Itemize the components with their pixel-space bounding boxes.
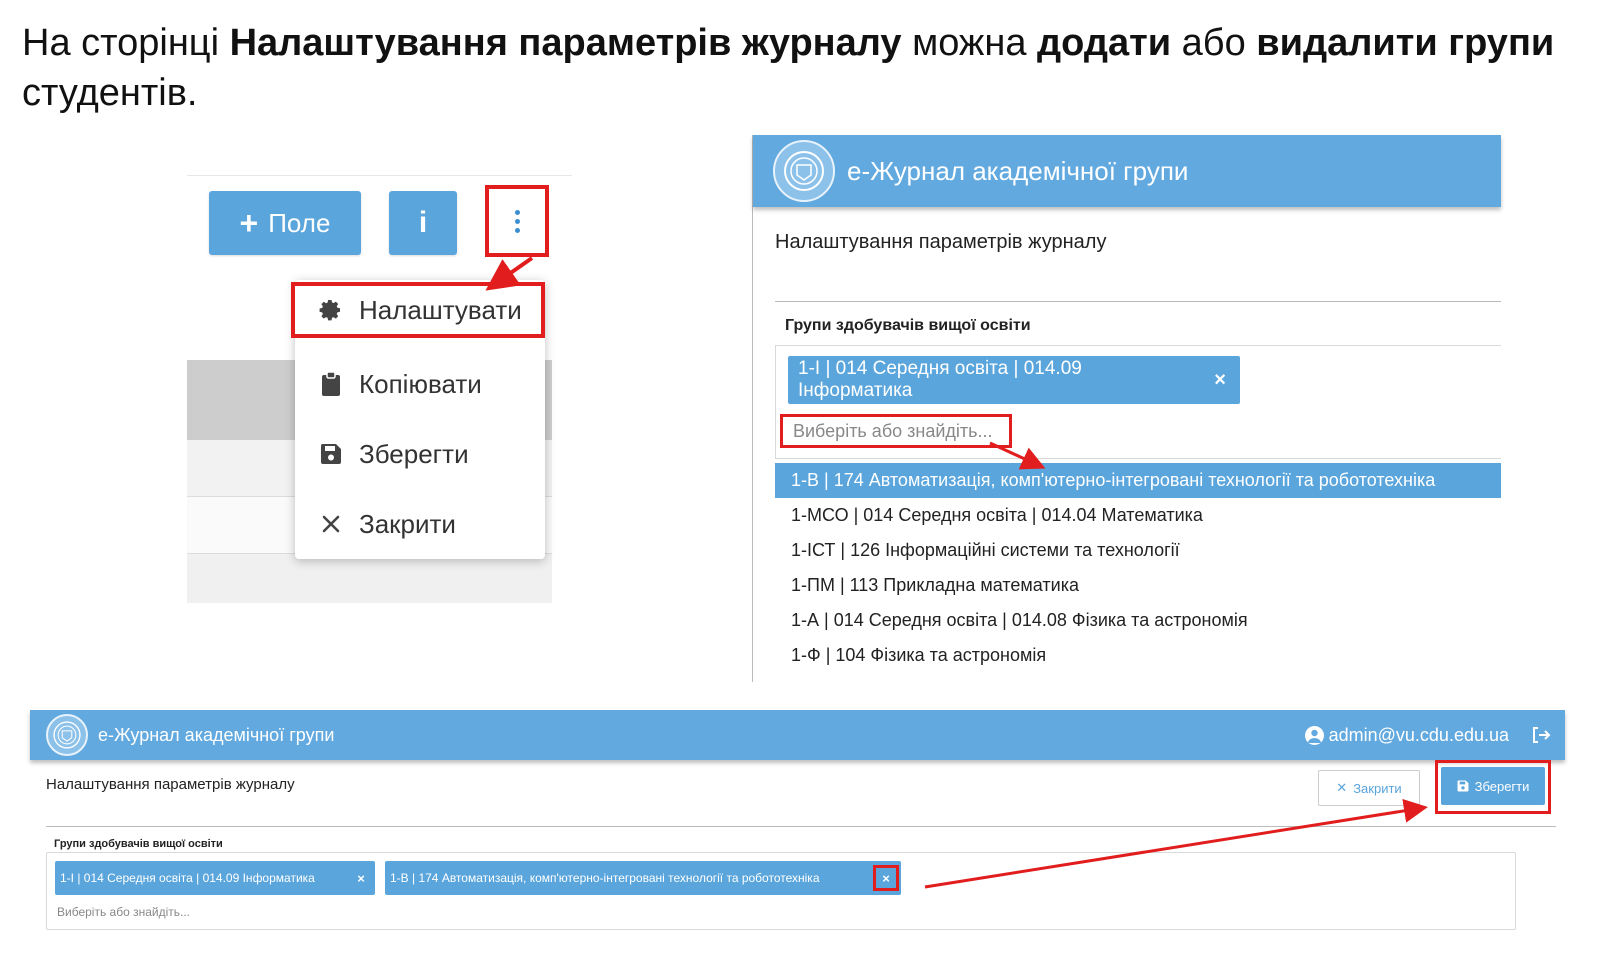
app-header: е-Журнал академічної групи admin@vu.cdu.… bbox=[30, 710, 1565, 760]
group-option[interactable]: 1-В | 174 Автоматизація, комп'ютерно-інт… bbox=[775, 463, 1501, 498]
page-title: Налаштування параметрів журналу bbox=[775, 231, 1107, 253]
tag-label: 1-В | 174 Автоматизація, комп'ютерно-інт… bbox=[390, 871, 820, 885]
menu-item-label: Налаштувати bbox=[359, 294, 522, 325]
headline-text: На сторінці bbox=[22, 22, 230, 64]
save-button[interactable]: Зберегти bbox=[1441, 767, 1545, 805]
groups-multiselect[interactable]: 1-І | 014 Середня освіта | 014.09 Інформ… bbox=[46, 852, 1516, 930]
headline-text: студентів. bbox=[22, 72, 198, 114]
gear-icon bbox=[317, 298, 345, 322]
app-title: е-Журнал академічної групи bbox=[98, 724, 335, 745]
add-field-label: Поле bbox=[268, 207, 331, 238]
close-button[interactable]: ✕ Закрити bbox=[1318, 770, 1420, 806]
vertical-dots-icon bbox=[514, 209, 520, 233]
group-option[interactable]: 1-А | 014 Середня освіта | 014.08 Фізика… bbox=[775, 603, 1501, 638]
remove-tag-icon[interactable]: × bbox=[873, 865, 899, 891]
save-button-label: Зберегти bbox=[1474, 778, 1530, 794]
save-icon bbox=[1457, 780, 1469, 792]
user-icon bbox=[1304, 725, 1324, 745]
plus-icon: + bbox=[239, 204, 259, 241]
user-account[interactable]: admin@vu.cdu.edu.ua bbox=[1304, 724, 1509, 746]
headline-bold-remove: видалити групи bbox=[1256, 22, 1555, 64]
university-logo bbox=[773, 140, 835, 202]
tag-label: 1-І | 014 Середня освіта | 014.09 Інформ… bbox=[60, 871, 315, 885]
save-highlight: Зберегти bbox=[1435, 760, 1551, 814]
selected-group-tag: 1-І | 014 Середня освіта | 014.09 Інформ… bbox=[55, 861, 375, 895]
close-button-label: Закрити bbox=[1353, 780, 1402, 796]
university-logo bbox=[46, 714, 88, 756]
page-title: Налаштування параметрів журналу bbox=[46, 776, 295, 793]
app-title: е-Журнал академічної групи bbox=[847, 155, 1189, 186]
group-option[interactable]: 1-МСО | 014 Середня освіта | 014.04 Мате… bbox=[775, 498, 1501, 533]
group-search-input[interactable]: Виберіть або знайдіть... bbox=[57, 905, 190, 919]
remove-tag-icon[interactable]: × bbox=[1200, 369, 1240, 392]
divider bbox=[46, 826, 1556, 827]
menu-item-save[interactable]: Зберегти bbox=[295, 426, 545, 482]
menu-item-copy[interactable]: Копіювати bbox=[295, 356, 545, 412]
info-button[interactable]: i bbox=[389, 191, 457, 255]
divider bbox=[187, 175, 572, 176]
actions-menu-screenshot: + Поле i Налаштувати Копіювати Зберегти bbox=[187, 175, 572, 603]
headline-text: або bbox=[1171, 22, 1257, 64]
settings-result-screenshot: е-Журнал академічної групи admin@vu.cdu.… bbox=[30, 710, 1565, 950]
group-options-list: 1-В | 174 Автоматизація, комп'ютерно-інт… bbox=[775, 463, 1501, 673]
groups-section-label: Групи здобувачів вищої освіти bbox=[785, 317, 1031, 334]
save-icon bbox=[317, 443, 345, 465]
user-email: admin@vu.cdu.edu.ua bbox=[1328, 724, 1509, 745]
group-option[interactable]: 1-Ф | 104 Фізика та астрономія bbox=[775, 638, 1501, 673]
headline-text: можна bbox=[901, 22, 1038, 64]
menu-item-close[interactable]: Закрити bbox=[295, 496, 545, 552]
selected-group-tag: 1-В | 174 Автоматизація, комп'ютерно-інт… bbox=[385, 861, 901, 895]
menu-item-settings[interactable]: Налаштувати bbox=[291, 282, 545, 338]
app-header: е-Журнал академічної групи bbox=[753, 135, 1501, 207]
table-row bbox=[187, 554, 552, 603]
group-option[interactable]: 1-ПМ | 113 Прикладна математика bbox=[775, 568, 1501, 603]
clipboard-icon bbox=[317, 371, 345, 397]
groups-multiselect[interactable]: 1-І | 014 Середня освіта | 014.09 Інформ… bbox=[775, 345, 1501, 459]
menu-item-label: Закрити bbox=[359, 508, 456, 539]
settings-dropdown-screenshot: е-Журнал академічної групи Налаштування … bbox=[752, 135, 1501, 682]
groups-section-label: Групи здобувачів вищої освіти bbox=[54, 838, 223, 850]
instruction-text: На сторінці Налаштування параметрів журн… bbox=[22, 18, 1592, 118]
group-search-input[interactable]: Виберіть або знайдіть... bbox=[780, 414, 1012, 448]
headline-bold-page-name: Налаштування параметрів журналу bbox=[229, 22, 902, 64]
tag-label: 1-І | 014 Середня освіта | 014.09 Інформ… bbox=[798, 358, 1082, 401]
remove-tag-icon[interactable]: × bbox=[347, 871, 375, 886]
close-icon bbox=[317, 515, 345, 533]
divider bbox=[775, 301, 1501, 302]
menu-item-label: Копіювати bbox=[359, 368, 482, 399]
headline-bold-add: додати bbox=[1037, 22, 1172, 64]
dropdown-menu: Налаштувати Копіювати Зберегти Закрити bbox=[291, 280, 545, 559]
menu-item-label: Зберегти bbox=[359, 438, 469, 469]
group-option[interactable]: 1-ІСТ | 126 Інформаційні системи та техн… bbox=[775, 533, 1501, 568]
more-options-button[interactable] bbox=[485, 185, 549, 257]
add-field-button[interactable]: + Поле bbox=[209, 191, 361, 255]
selected-group-tag: 1-І | 014 Середня освіта | 014.09 Інформ… bbox=[788, 356, 1240, 404]
logout-icon[interactable] bbox=[1531, 726, 1551, 744]
close-icon: ✕ bbox=[1336, 780, 1348, 795]
info-icon: i bbox=[418, 206, 428, 239]
